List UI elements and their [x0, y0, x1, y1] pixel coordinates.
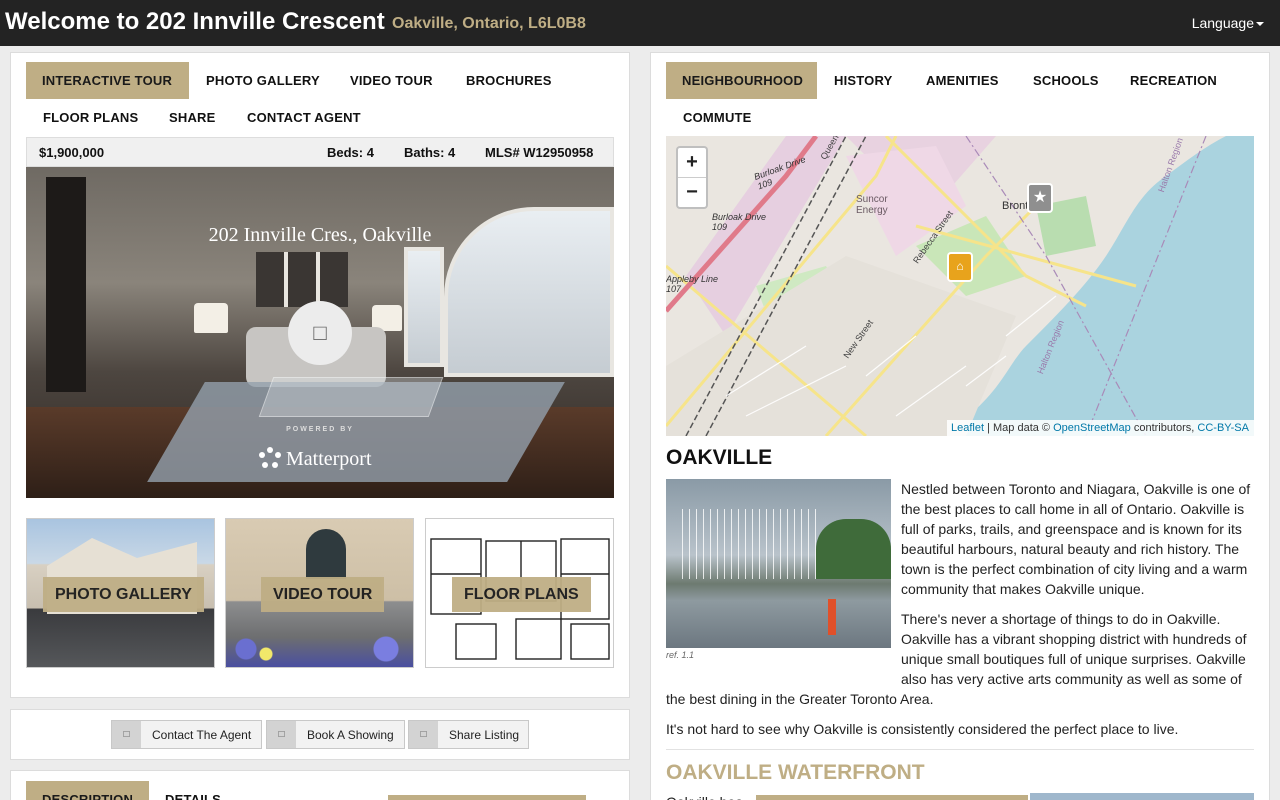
- section-divider: [666, 749, 1254, 750]
- tab-history[interactable]: History: [818, 62, 908, 99]
- listing-baths: Baths: 4: [404, 145, 456, 160]
- tab-neighbourhood[interactable]: Neighbourhood: [666, 62, 817, 99]
- listing-price: $1,900,000: [39, 145, 105, 160]
- tab-recreation[interactable]: Recreation: [1114, 62, 1233, 99]
- listing-mls: MLS# W12950958: [485, 145, 594, 160]
- calendar-icon: □: [267, 721, 296, 748]
- osm-link[interactable]: OpenStreetMap: [1053, 422, 1131, 434]
- contact-agent-label: Contact The Agent: [152, 728, 252, 742]
- property-marker-icon[interactable]: ⌂: [947, 252, 973, 282]
- page-subtitle-address: Oakville, Ontario, L6L0B8: [392, 15, 586, 32]
- photo-buoy: [828, 599, 836, 635]
- entry-door-photo: [306, 529, 346, 579]
- photo-trees: [816, 519, 891, 579]
- tab-contact-agent[interactable]: Contact Agent: [231, 99, 377, 136]
- thumb-floor-plans-label: Floor Plans: [452, 577, 591, 612]
- photo-ref: ref. 1.1: [666, 650, 695, 660]
- activities-paragraph: There's never a shortage of things to do…: [901, 611, 1247, 687]
- waterfront-accent-bar: [756, 795, 1028, 800]
- attribution-text: | Map data ©: [987, 422, 1051, 434]
- city-heading: OAKVILLE: [666, 446, 773, 469]
- page-title: Welcome to 202 Innville Crescent: [5, 8, 385, 35]
- powered-by-label: POWERED BY: [286, 426, 354, 433]
- book-showing-button[interactable]: □ Book A Showing: [266, 720, 405, 749]
- tab-description[interactable]: Description: [26, 781, 150, 800]
- map-zoom-control: + −: [676, 146, 708, 209]
- tab-schools[interactable]: Schools: [1017, 62, 1115, 99]
- language-dropdown[interactable]: Language: [1192, 15, 1264, 31]
- share-icon: □: [409, 721, 438, 748]
- map-label-suncor: Suncor Energy: [856, 194, 888, 216]
- oakville-harbour-photo: [666, 479, 891, 648]
- tab-video-tour[interactable]: Video Tour: [334, 62, 449, 99]
- wall-art: [256, 252, 348, 307]
- activities-paragraph-end: the best dining in the Greater Toronto A…: [666, 691, 934, 707]
- zoom-out-button[interactable]: −: [678, 177, 706, 206]
- closing-paragraph: It's not hard to see why Oakville is con…: [666, 721, 1179, 737]
- share-listing-button[interactable]: □ Share Listing: [408, 720, 529, 749]
- thumb-video-tour[interactable]: Video Tour: [225, 518, 414, 668]
- thumb-video-tour-label: Video Tour: [261, 577, 385, 612]
- waterfront-photo: [1030, 793, 1254, 800]
- zoom-in-button[interactable]: +: [678, 148, 706, 177]
- license-link[interactable]: CC-BY-SA: [1197, 422, 1249, 434]
- share-listing-label: Share Listing: [449, 728, 520, 742]
- tab-share[interactable]: Share: [153, 99, 232, 136]
- matterport-mark-icon: [259, 447, 281, 468]
- intro-paragraph: Nestled between Toronto and Niagara, Oak…: [901, 481, 1251, 597]
- thumb-floor-plans[interactable]: Floor Plans: [425, 518, 614, 668]
- map-label-burloak-2: Burloak Drive 109: [712, 212, 767, 232]
- tab-amenities[interactable]: Amenities: [910, 62, 1015, 99]
- attribution-contrib: contributors,: [1133, 422, 1195, 434]
- leaflet-link[interactable]: Leaflet: [951, 422, 984, 434]
- tab-brochures[interactable]: Brochures: [450, 62, 568, 99]
- neighbourhood-map[interactable]: Burloak Drive 109 Burloak Drive 109 Appl…: [666, 136, 1254, 436]
- book-showing-label: Book A Showing: [307, 728, 394, 742]
- phone-icon: □: [112, 721, 141, 748]
- matterport-brand: Matterport: [286, 448, 372, 470]
- waterfront-heading: OAKVILLE WATERFRONT: [666, 761, 925, 784]
- window-left: [46, 177, 86, 392]
- thumb-photo-gallery[interactable]: Photo Gallery: [26, 518, 215, 668]
- tab-interactive-tour[interactable]: Interactive Tour: [26, 62, 189, 99]
- waterfront-paragraph: Oakville boa: [666, 792, 756, 800]
- star-marker-icon[interactable]: ★: [1027, 183, 1053, 213]
- map-attribution: Leaflet | Map data © OpenStreetMap contr…: [947, 420, 1254, 436]
- thumb-photo-gallery-label: Photo Gallery: [43, 577, 204, 612]
- tour-caption: 202 Innville Cres., Oakville: [208, 224, 432, 246]
- tab-floor-plans[interactable]: Floor Plans: [27, 99, 154, 136]
- language-label: Language: [1191, 15, 1254, 31]
- lamp-left: [194, 303, 228, 333]
- listing-beds: Beds: 4: [327, 145, 374, 160]
- tab-photo-gallery[interactable]: Photo Gallery: [190, 62, 336, 99]
- matterport-tour-viewer[interactable]: 202 Innville Cres., Oakville □ POWERED B…: [26, 167, 614, 498]
- contact-agent-button[interactable]: □ Contact The Agent: [111, 720, 262, 749]
- matterport-logo: Matterport: [258, 446, 372, 471]
- flowers-photo: [226, 629, 413, 667]
- top-bar: Welcome to 202 Innville Crescent Oakvill…: [0, 0, 1280, 46]
- photo-masts: [676, 509, 816, 579]
- description-accent-bar: [388, 795, 586, 800]
- caret-down-icon: [1256, 22, 1264, 27]
- tab-details[interactable]: Details: [149, 781, 237, 800]
- tab-commute[interactable]: Commute: [667, 99, 768, 136]
- map-label-appleby: Appleby Line 107: [666, 274, 719, 294]
- coffee-table: [258, 377, 444, 417]
- play-icon[interactable]: □: [288, 301, 352, 365]
- listing-info-bar: $1,900,000 Beds: 4 Baths: 4 MLS# W129509…: [26, 137, 614, 167]
- window-side: [404, 247, 444, 367]
